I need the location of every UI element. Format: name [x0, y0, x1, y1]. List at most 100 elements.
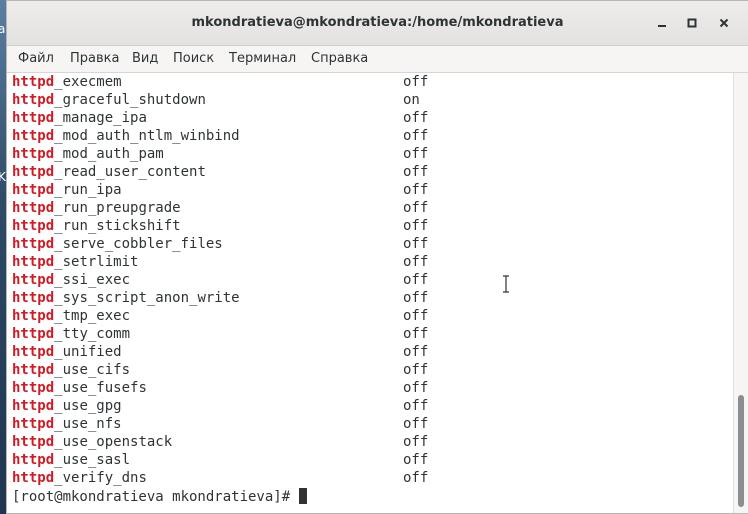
terminal-line: httpd_ssi_exec [12, 272, 130, 290]
match-highlight: httpd [12, 254, 55, 270]
match-highlight: httpd [12, 92, 55, 108]
match-highlight: httpd [12, 452, 55, 468]
close-icon [719, 18, 729, 28]
match-highlight: httpd [12, 362, 55, 378]
menu-file[interactable]: Файл [18, 51, 54, 66]
boolean-name: _serve_cobbler_files [54, 236, 223, 252]
match-highlight: httpd [12, 146, 55, 162]
match-highlight: httpd [12, 218, 55, 234]
scrollbar-thumb[interactable] [738, 395, 744, 507]
menu-help[interactable]: Справка [311, 51, 368, 66]
match-highlight: httpd [12, 326, 55, 342]
boolean-name: _mod_auth_pam [54, 146, 164, 162]
boolean-value: off [403, 362, 429, 378]
terminal-line: httpd_tty_comm [12, 326, 130, 344]
terminal-line: httpd_run_ipa [12, 182, 122, 200]
boolean-name: _verify_dns [54, 470, 147, 486]
menu-edit[interactable]: Правка [70, 51, 119, 66]
boolean-value: off [403, 110, 429, 126]
boolean-value: off [403, 326, 429, 342]
match-highlight: httpd [12, 182, 55, 198]
boolean-value: off [403, 290, 429, 306]
terminal-line: httpd_tmp_exec [12, 308, 130, 326]
match-highlight: httpd [12, 398, 55, 414]
boolean-value: off [403, 398, 429, 414]
window-title: mkondratieva@mkondratieva:/home/mkondrat… [191, 15, 564, 30]
match-highlight: httpd [12, 470, 55, 486]
match-highlight: httpd [12, 200, 55, 216]
terminal-line: httpd_use_cifs [12, 362, 130, 380]
desktop-icon-label: K [0, 170, 6, 184]
text-cursor [298, 488, 307, 504]
shell-prompt: [root@mkondratieva mkondratieva]# [12, 489, 299, 505]
boolean-value: off [403, 380, 429, 396]
terminal-line: httpd_run_stickshift [12, 218, 181, 236]
boolean-value: off [403, 128, 429, 144]
terminal-line: httpd_serve_cobbler_files [12, 236, 223, 254]
terminal-line: httpd_use_openstack [12, 434, 172, 452]
terminal-line: httpd_use_fusefs [12, 380, 147, 398]
boolean-name: _use_nfs [54, 416, 122, 432]
terminal-line: httpd_read_user_content [12, 164, 206, 182]
close-button[interactable] [715, 14, 733, 32]
match-highlight: httpd [12, 236, 55, 252]
menu-terminal[interactable]: Терминал [229, 51, 296, 66]
match-highlight: httpd [12, 110, 55, 126]
boolean-name: _use_sasl [54, 452, 131, 468]
maximize-icon [687, 18, 697, 28]
boolean-name: _tmp_exec [54, 308, 131, 324]
terminal-line: httpd_verify_dns [12, 470, 147, 488]
boolean-name: _graceful_shutdown [54, 92, 206, 108]
vertical-scrollbar[interactable] [733, 73, 748, 513]
boolean-value: off [403, 416, 429, 432]
boolean-value: off [403, 452, 429, 468]
boolean-value: off [403, 200, 429, 216]
match-highlight: httpd [12, 272, 55, 288]
boolean-name: _use_cifs [54, 362, 131, 378]
terminal-output[interactable]: httpd_execmem off httpd_graceful_shutdown o… [7, 73, 733, 513]
boolean-name: _setrlimit [54, 254, 139, 270]
terminal-line: httpd_run_preupgrade [12, 200, 181, 218]
shell-prompt-line[interactable]: [root@mkondratieva mkondratieva]# [12, 488, 307, 506]
boolean-value: on [403, 92, 420, 108]
menu-search[interactable]: Поиск [173, 51, 214, 66]
minimize-button[interactable] [653, 14, 671, 32]
terminal-line: httpd_sys_script_anon_write [12, 290, 240, 308]
boolean-value: off [403, 308, 429, 324]
match-highlight: httpd [12, 290, 55, 306]
boolean-name: _run_preupgrade [54, 200, 181, 216]
text-cursor-icon [503, 275, 509, 293]
match-highlight: httpd [12, 308, 55, 324]
boolean-value: off [403, 470, 429, 486]
boolean-name: _execmem [54, 74, 122, 90]
match-highlight: httpd [12, 434, 55, 450]
boolean-value: off [403, 164, 429, 180]
boolean-name: _run_ipa [54, 182, 122, 198]
terminal-line: httpd_use_sasl [12, 452, 130, 470]
terminal-line: httpd_setrlimit [12, 254, 138, 272]
title-bar[interactable]: mkondratieva@mkondratieva:/home/mkondrat… [7, 1, 748, 46]
terminal-line: httpd_use_gpg [12, 398, 122, 416]
match-highlight: httpd [12, 128, 55, 144]
desktop-icon-label: a [0, 22, 6, 36]
boolean-value: off [403, 434, 429, 450]
boolean-value: off [403, 218, 429, 234]
match-highlight: httpd [12, 380, 55, 396]
boolean-name: _sys_script_anon_write [54, 290, 240, 306]
terminal-line: httpd_mod_auth_ntlm_winbind [12, 128, 240, 146]
boolean-name: _manage_ipa [54, 110, 147, 126]
boolean-name: _run_stickshift [54, 218, 181, 234]
boolean-name: _ssi_exec [54, 272, 131, 288]
menu-view[interactable]: Вид [132, 51, 158, 66]
boolean-name: _use_openstack [54, 434, 173, 450]
boolean-name: _mod_auth_ntlm_winbind [54, 128, 240, 144]
terminal-line: httpd_mod_auth_pam [12, 146, 164, 164]
match-highlight: httpd [12, 164, 55, 180]
minimize-icon [658, 25, 666, 27]
boolean-name: _use_gpg [54, 398, 122, 414]
terminal-line: httpd_execmem [12, 74, 122, 92]
maximize-button[interactable] [683, 14, 701, 32]
terminal-window: mkondratieva@mkondratieva:/home/mkondrat… [6, 0, 748, 514]
match-highlight: httpd [12, 416, 55, 432]
menu-bar: Файл Правка Вид Поиск Терминал Справка [7, 46, 748, 73]
